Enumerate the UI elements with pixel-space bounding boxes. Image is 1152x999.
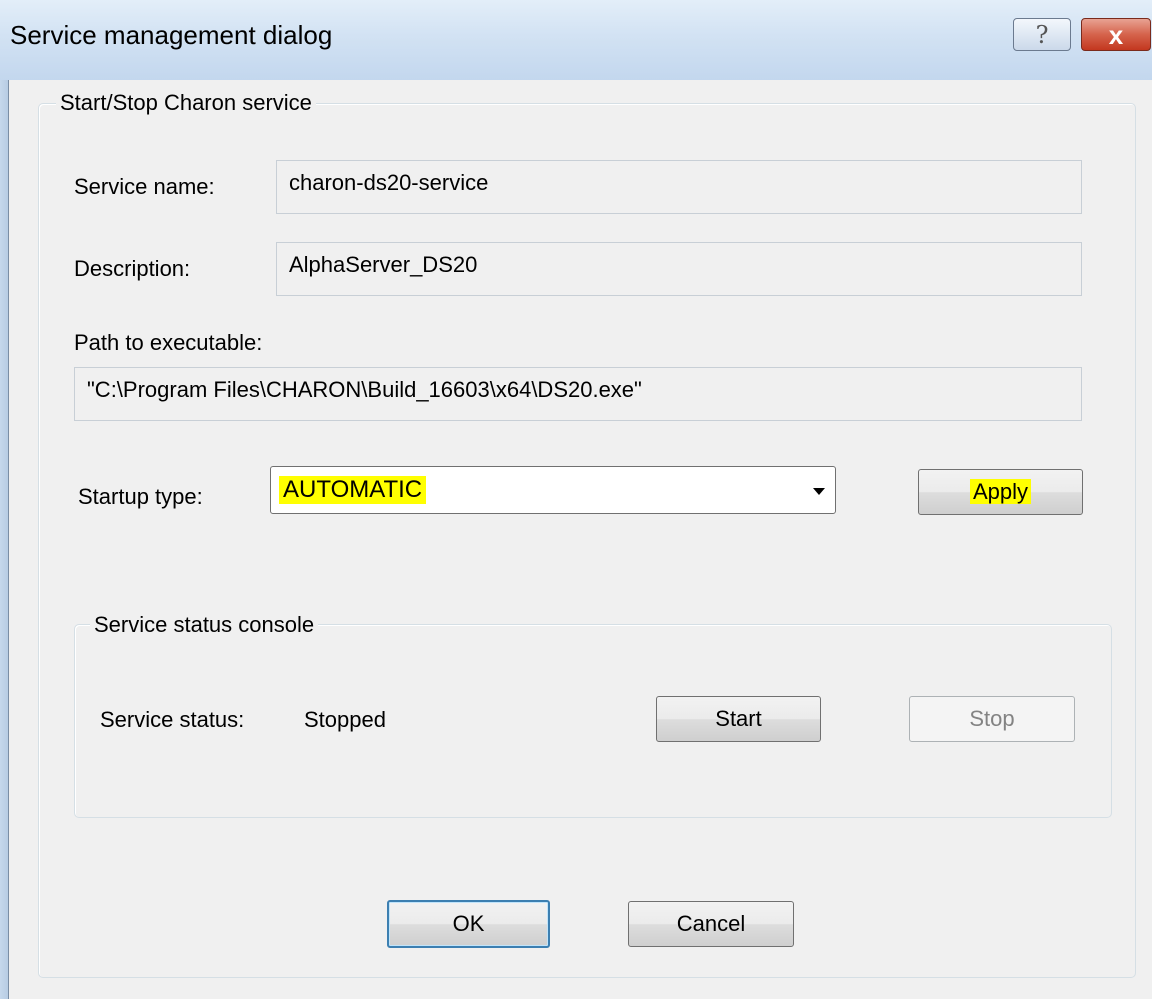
title-bar[interactable]: Service management dialog ? x — [0, 0, 1152, 80]
stop-button[interactable]: Stop — [909, 696, 1075, 742]
startup-type-value: AUTOMATIC — [279, 476, 427, 504]
service-status-value: Stopped — [304, 707, 386, 732]
service-status-legend: Service status console — [90, 612, 319, 638]
service-name-label: Service name: — [74, 174, 215, 199]
close-icon: x — [1108, 20, 1124, 50]
dropdown-arrow-icon[interactable] — [813, 488, 825, 495]
description-label: Description: — [74, 256, 191, 281]
description-field[interactable]: AlphaServer_DS20 — [276, 242, 1082, 296]
help-icon: ? — [1035, 21, 1049, 49]
service-management-dialog: Service management dialog ? x Start/Stop… — [0, 0, 1152, 999]
apply-button[interactable]: Apply — [918, 469, 1083, 515]
path-to-executable-label: Path to executable: — [74, 330, 263, 355]
startup-type-label: Startup type: — [78, 484, 203, 509]
start-stop-service-legend: Start/Stop Charon service — [56, 90, 316, 116]
close-button[interactable]: x — [1081, 18, 1151, 51]
service-name-field[interactable]: charon-ds20-service — [276, 160, 1082, 214]
window-title: Service management dialog — [10, 20, 333, 50]
path-to-executable-field[interactable]: "C:\Program Files\CHARON\Build_16603\x64… — [74, 367, 1082, 421]
cancel-button[interactable]: Cancel — [628, 901, 794, 947]
ok-button[interactable]: OK — [387, 900, 550, 948]
help-button[interactable]: ? — [1013, 18, 1071, 51]
startup-type-select[interactable]: AUTOMATIC — [270, 466, 836, 514]
start-button[interactable]: Start — [656, 696, 821, 742]
service-status-label: Service status: — [100, 707, 245, 732]
start-stop-service-group — [38, 103, 1136, 978]
window-frame — [0, 0, 8, 999]
apply-button-label: Apply — [969, 479, 1032, 504]
